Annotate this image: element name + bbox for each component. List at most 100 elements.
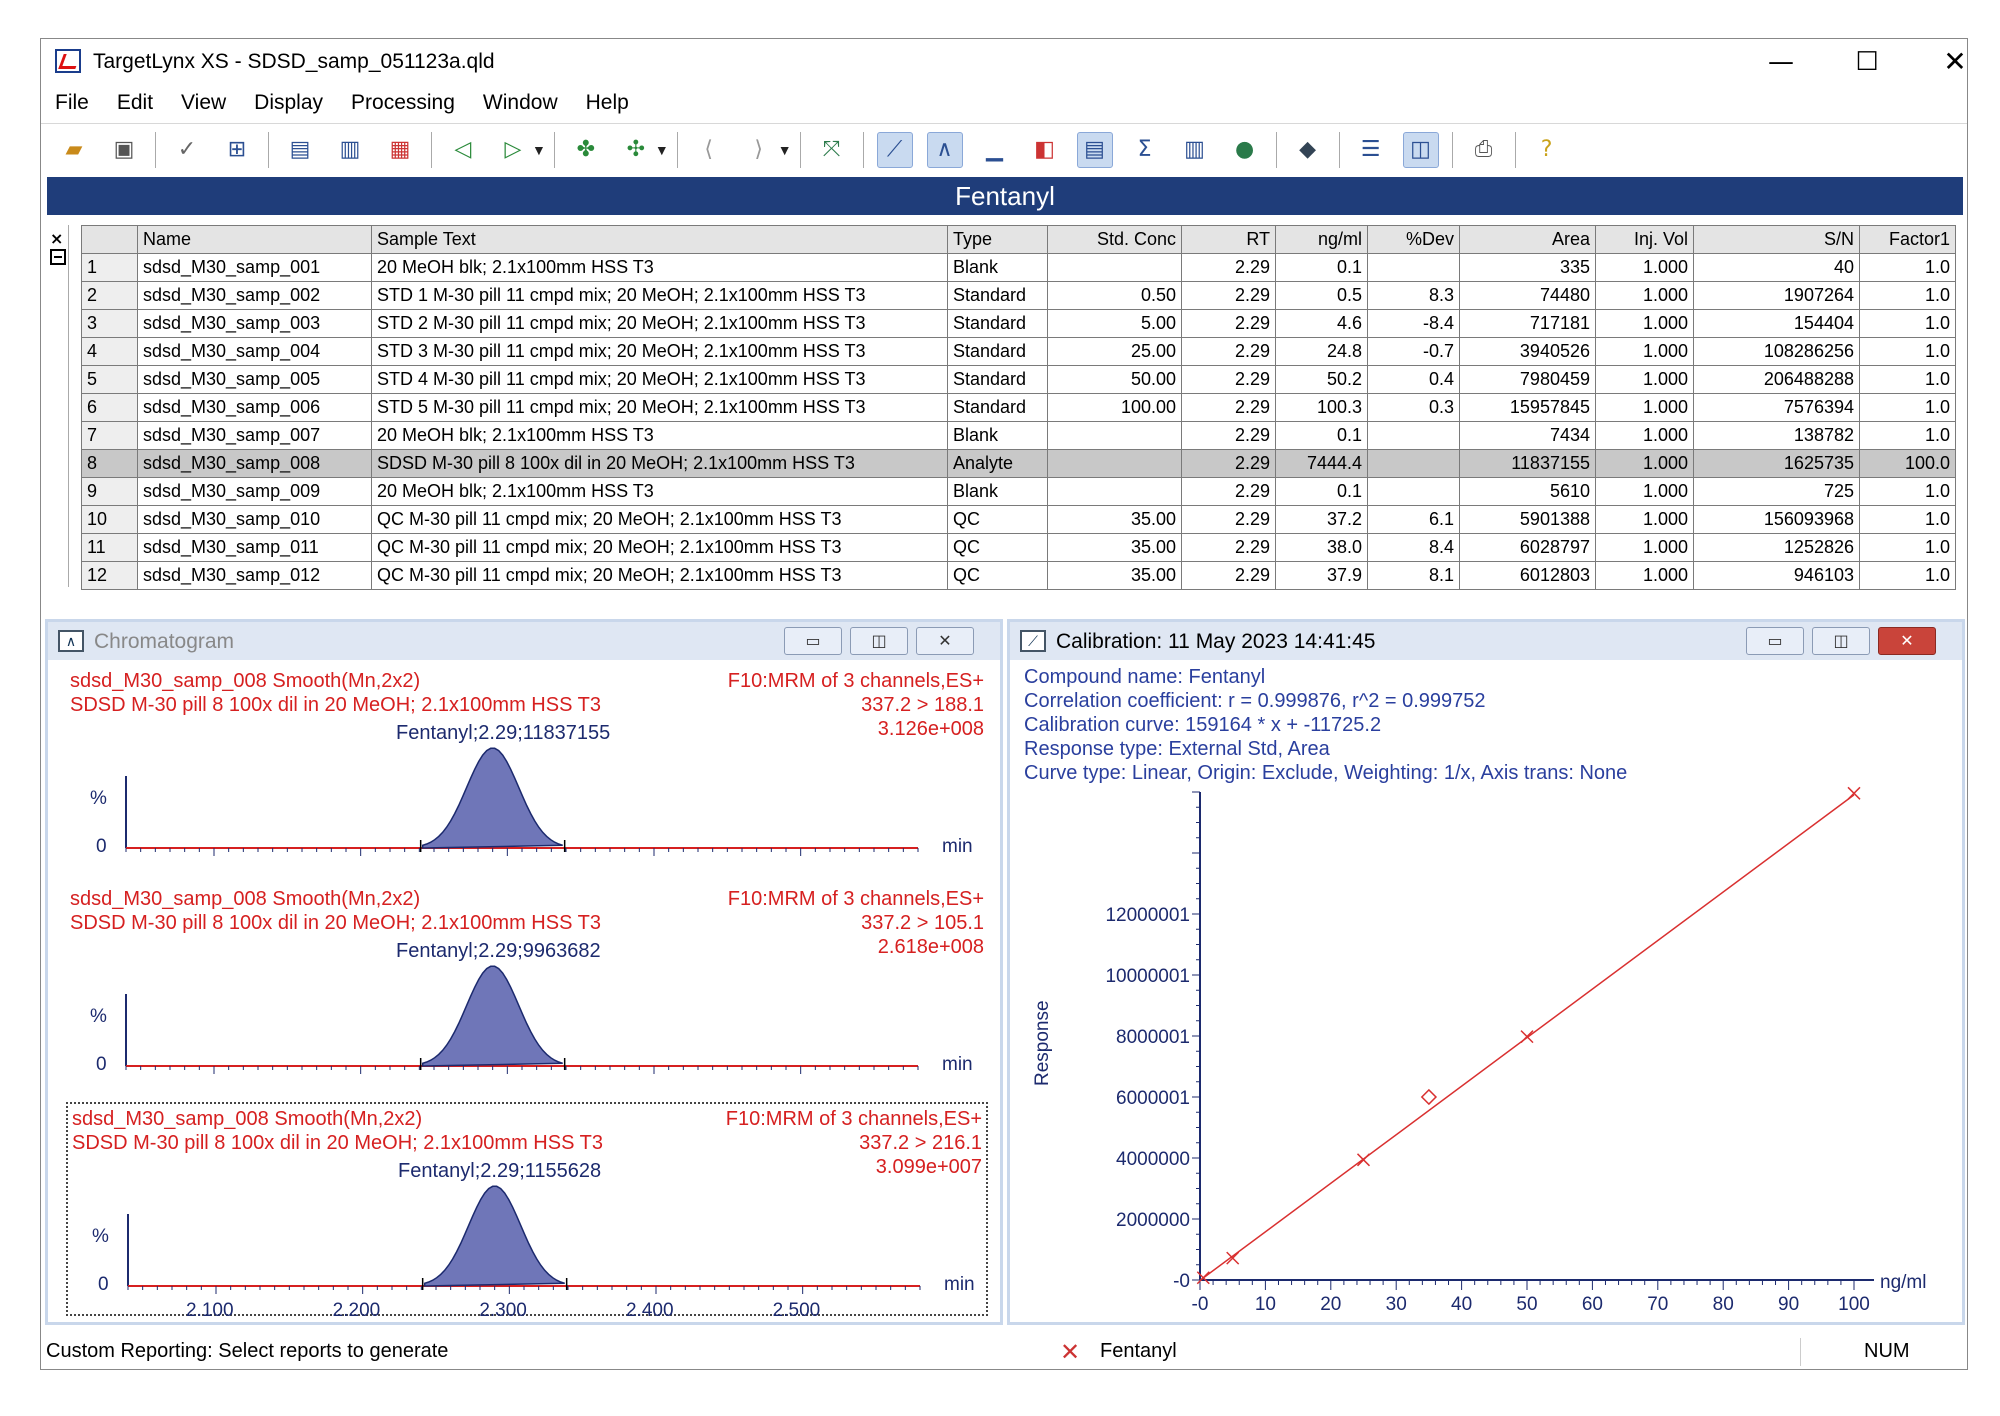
table-cell[interactable]: 1.000: [1595, 365, 1694, 394]
table-cell[interactable]: 0.1: [1275, 421, 1368, 450]
table-row[interactable]: 4 sdsd_M30_samp_004 STD 3 M-30 pill 11 cmp…: [81, 337, 1956, 366]
table-cell[interactable]: 5901388: [1459, 505, 1596, 534]
next-peak-icon[interactable]: ⟩: [741, 132, 777, 168]
table-cell[interactable]: STD 2 M-30 pill 11 cmpd mix; 20 MeOH; 2.…: [371, 309, 948, 338]
menu-display[interactable]: Display: [254, 91, 323, 115]
table-cell[interactable]: 20 MeOH blk; 2.1x100mm HSS T3: [371, 421, 948, 450]
table-row[interactable]: 8 sdsd_M30_samp_008 SDSD M-30 pill 8 100x …: [81, 449, 1956, 478]
table-cell[interactable]: 50.2: [1275, 365, 1368, 394]
table-cell[interactable]: sdsd_M30_samp_003: [137, 309, 372, 338]
column-header-type[interactable]: Type: [947, 225, 1048, 254]
table-cell[interactable]: QC M-30 pill 11 cmpd mix; 20 MeOH; 2.1x1…: [371, 533, 948, 562]
print-icon[interactable]: ⎙: [1466, 132, 1502, 168]
table-cell[interactable]: [1047, 253, 1182, 282]
summary-icon[interactable]: ◧: [1027, 132, 1063, 168]
table-cell[interactable]: 2.29: [1181, 393, 1276, 422]
table-cell[interactable]: 15957845: [1459, 393, 1596, 422]
table-cell[interactable]: 6012803: [1459, 561, 1596, 590]
table-cell[interactable]: sdsd_M30_samp_012: [137, 561, 372, 590]
table-cell[interactable]: sdsd_M30_samp_002: [137, 281, 372, 310]
close-button[interactable]: ✕: [1925, 43, 1985, 81]
table-cell[interactable]: 725: [1693, 477, 1860, 506]
table-cell[interactable]: 1.0: [1859, 253, 1956, 282]
prev-peak-icon[interactable]: ⟨: [691, 132, 727, 168]
table-cell[interactable]: STD 3 M-30 pill 11 cmpd mix; 20 MeOH; 2.…: [371, 337, 948, 366]
table-cell[interactable]: 1: [81, 253, 138, 282]
close-grid-icon[interactable]: ×: [50, 229, 63, 248]
table-cell[interactable]: 946103: [1693, 561, 1860, 590]
table-cell[interactable]: 7: [81, 421, 138, 450]
menu-processing[interactable]: Processing: [351, 91, 455, 115]
table-cell[interactable]: 0.5: [1275, 281, 1368, 310]
table-cell[interactable]: sdsd_M30_samp_006: [137, 393, 372, 422]
column-header[interactable]: [81, 225, 138, 254]
table-cell[interactable]: 154404: [1693, 309, 1860, 338]
table-cell[interactable]: 37.9: [1275, 561, 1368, 590]
table-cell[interactable]: 8.1: [1367, 561, 1460, 590]
chromatogram-trace[interactable]: sdsd_M30_samp_008 Smooth(Mn,2x2) F10:MRM …: [66, 884, 988, 1098]
minimize-button[interactable]: —: [1751, 43, 1811, 81]
column-header-sn[interactable]: S/N: [1693, 225, 1860, 254]
table-cell[interactable]: 2.29: [1181, 421, 1276, 450]
table-cell[interactable]: 1.000: [1595, 505, 1694, 534]
table-cell[interactable]: Blank: [947, 421, 1048, 450]
globe-icon[interactable]: ●: [1227, 132, 1263, 168]
save-icon[interactable]: ▣: [106, 132, 142, 168]
column-header-inj-vol[interactable]: Inj. Vol: [1595, 225, 1694, 254]
table-cell[interactable]: 37.2: [1275, 505, 1368, 534]
preview-icon[interactable]: ▥: [332, 132, 368, 168]
spectrum-view-icon[interactable]: ▁: [977, 132, 1013, 168]
table-cell[interactable]: 1.0: [1859, 421, 1956, 450]
table-cell[interactable]: QC: [947, 533, 1048, 562]
table-cell[interactable]: QC M-30 pill 11 cmpd mix; 20 MeOH; 2.1x1…: [371, 561, 948, 590]
table-cell[interactable]: 1907264: [1693, 281, 1860, 310]
table-cell[interactable]: sdsd_M30_samp_004: [137, 337, 372, 366]
fit-icon[interactable]: ⤧: [814, 132, 850, 168]
table-row[interactable]: 6 sdsd_M30_samp_006 STD 5 M-30 pill 11 cmp…: [81, 393, 1956, 422]
table-cell[interactable]: 2.29: [1181, 449, 1276, 478]
table-cell[interactable]: 2.29: [1181, 533, 1276, 562]
table-row[interactable]: 7 sdsd_M30_samp_007 20 MeOH blk; 2.1x100mm…: [81, 421, 1956, 450]
table-cell[interactable]: 1.0: [1859, 365, 1956, 394]
table-cell[interactable]: 0.3: [1367, 393, 1460, 422]
table-cell[interactable]: [1047, 477, 1182, 506]
table-cell[interactable]: 10: [81, 505, 138, 534]
table-cell[interactable]: Standard: [947, 337, 1048, 366]
next-compound-icon[interactable]: ✣: [618, 132, 654, 168]
table-cell[interactable]: 0.1: [1275, 477, 1368, 506]
table-cell[interactable]: 0.4: [1367, 365, 1460, 394]
table-cell[interactable]: 1.000: [1595, 393, 1694, 422]
table-cell[interactable]: 1.0: [1859, 281, 1956, 310]
table-cell[interactable]: Standard: [947, 281, 1048, 310]
table-cell[interactable]: 2.29: [1181, 309, 1276, 338]
table-cell[interactable]: Blank: [947, 477, 1048, 506]
help-icon[interactable]: ?: [1529, 132, 1565, 168]
table-cell[interactable]: 5: [81, 365, 138, 394]
column-header-sample-text[interactable]: Sample Text: [371, 225, 948, 254]
table-cell[interactable]: 1.000: [1595, 281, 1694, 310]
split-horizontal-icon[interactable]: ☰: [1353, 132, 1389, 168]
table-cell[interactable]: [1367, 253, 1460, 282]
table-cell[interactable]: 24.8: [1275, 337, 1368, 366]
table-cell[interactable]: 0.1: [1275, 253, 1368, 282]
table-cell[interactable]: 2.29: [1181, 281, 1276, 310]
table-cell[interactable]: Standard: [947, 393, 1048, 422]
chromatogram-trace[interactable]: sdsd_M30_samp_008 Smooth(Mn,2x2) F10:MRM …: [66, 666, 988, 880]
table-cell[interactable]: 100.00: [1047, 393, 1182, 422]
column-header-ngml[interactable]: ng/ml: [1275, 225, 1368, 254]
table-row[interactable]: 11 sdsd_M30_samp_011 QC M-30 pill 11 cmpd …: [81, 533, 1956, 562]
table-cell[interactable]: sdsd_M30_samp_005: [137, 365, 372, 394]
table-cell[interactable]: 40: [1693, 253, 1860, 282]
column-header-name[interactable]: Name: [137, 225, 372, 254]
table-cell[interactable]: 2.29: [1181, 337, 1276, 366]
table-cell[interactable]: 1625735: [1693, 449, 1860, 478]
table-cell[interactable]: 7980459: [1459, 365, 1596, 394]
table-cell[interactable]: 100.3: [1275, 393, 1368, 422]
table-cell[interactable]: 1.000: [1595, 477, 1694, 506]
table-cell[interactable]: 1.0: [1859, 533, 1956, 562]
table-cell[interactable]: 335: [1459, 253, 1596, 282]
table-row[interactable]: 9 sdsd_M30_samp_009 20 MeOH blk; 2.1x100mm…: [81, 477, 1956, 506]
table-cell[interactable]: 1.0: [1859, 337, 1956, 366]
table-cell[interactable]: sdsd_M30_samp_011: [137, 533, 372, 562]
table-cell[interactable]: 6028797: [1459, 533, 1596, 562]
